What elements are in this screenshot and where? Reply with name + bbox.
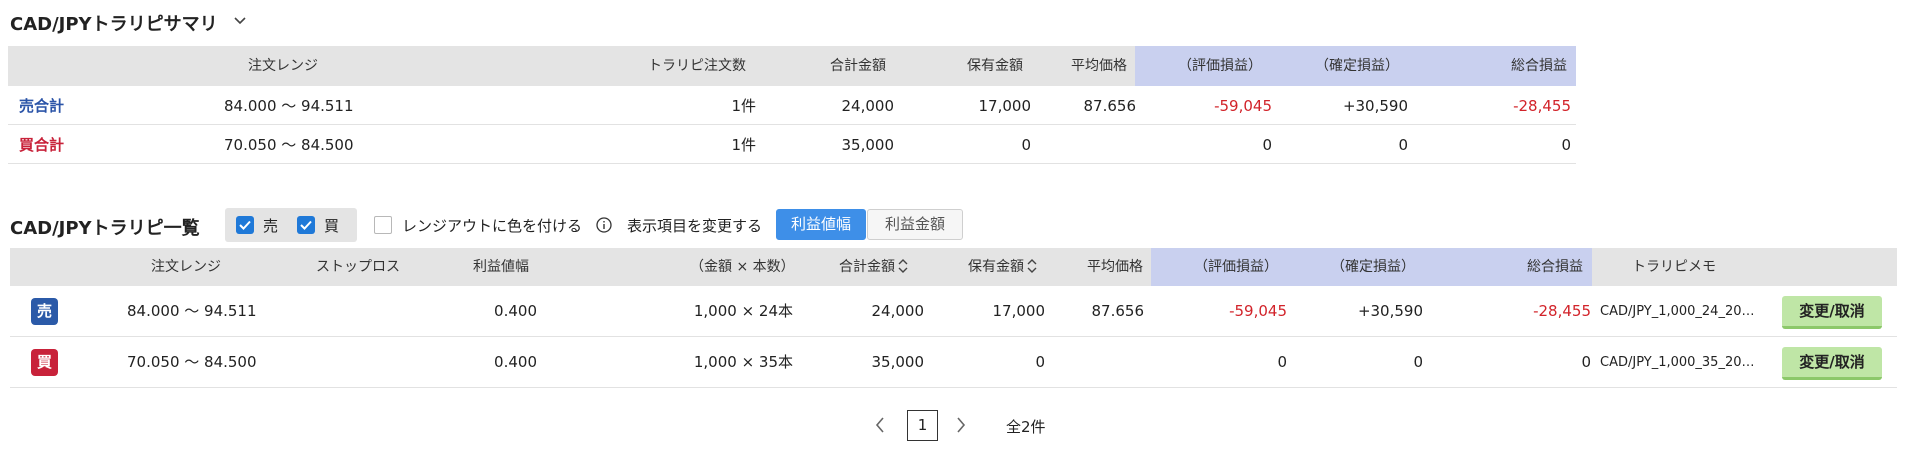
total-value: 24,000 — [871, 302, 925, 320]
net-value: 0 — [1581, 353, 1591, 371]
col-profit-width: 利益値幅 — [473, 259, 529, 275]
sell-filter-label: 売 — [263, 217, 279, 235]
memo-value: CAD/JPY_1,000_24_20… — [1600, 304, 1755, 319]
avg-value: 87.656 — [1091, 302, 1145, 320]
list-title: CAD/JPYトラリピ一覧 — [10, 218, 200, 239]
realized-value: +30,590 — [1357, 302, 1423, 320]
sort-icon — [1027, 259, 1037, 273]
sort-icon — [898, 259, 908, 273]
memo-value: CAD/JPY_1,000_35_20… — [1600, 355, 1755, 370]
col-avg: 平均価格 — [1087, 259, 1143, 275]
buy-total-label: 買合計 — [19, 136, 65, 154]
modify-cancel-button[interactable]: 変更/取消 — [1782, 347, 1882, 380]
check-icon — [239, 220, 251, 230]
col-realized: （確定損益） — [1331, 259, 1415, 275]
check-icon — [300, 220, 312, 230]
table-row: 買 70.050 〜 84.500 0.400 1,000 × 35本 35,0… — [10, 337, 1897, 388]
col-net: 総合損益 — [1511, 58, 1567, 74]
display-items-label: 表示項目を変更する — [627, 217, 763, 235]
range-value: 70.050 〜 84.500 — [224, 136, 354, 154]
unrealized-value: -59,045 — [1214, 97, 1272, 115]
summary-table: 注文レンジ トラリピ注文数 合計金額 保有金額 平均価格 （評価損益） （確定損… — [8, 46, 1576, 164]
held-value: 17,000 — [992, 302, 1046, 320]
buy-filter-label: 買 — [324, 217, 340, 235]
range-value: 84.000 〜 94.511 — [127, 302, 257, 320]
realized-value: 0 — [1413, 353, 1423, 371]
col-range: 注文レンジ — [151, 259, 221, 275]
col-range: 注文レンジ — [248, 58, 318, 74]
sell-total-label: 売合計 — [19, 97, 65, 115]
col-memo: トラリピメモ — [1632, 259, 1716, 275]
col-realized: （確定損益） — [1315, 58, 1399, 74]
sell-badge: 売 — [31, 298, 58, 325]
chevron-right-icon[interactable] — [955, 416, 967, 434]
info-icon[interactable] — [596, 217, 612, 233]
realized-value: 0 — [1398, 136, 1408, 154]
total-count: 全2件 — [1006, 418, 1046, 436]
held-value: 17,000 — [978, 97, 1032, 115]
rangeout-label: レンジアウトに色を付ける — [402, 217, 583, 235]
list-table: 注文レンジ ストップロス 利益値幅 （金額 × 本数） 合計金額 保有金額 平均… — [10, 248, 1897, 388]
held-value: 0 — [1035, 353, 1045, 371]
chevron-down-icon[interactable] — [232, 12, 248, 28]
table-row: 売 84.000 〜 94.511 0.400 1,000 × 24本 24,0… — [10, 286, 1897, 337]
list-header-row: 注文レンジ ストップロス 利益値幅 （金額 × 本数） 合計金額 保有金額 平均… — [10, 248, 1897, 286]
col-unrealized: （評価損益） — [1178, 58, 1262, 74]
summary-row-buy: 買合計 70.050 〜 84.500 1件 35,000 0 0 0 0 — [8, 125, 1576, 164]
orders-value: 1件 — [731, 97, 756, 115]
avg-value: 87.656 — [1083, 97, 1137, 115]
unrealized-value: 0 — [1262, 136, 1272, 154]
net-value: 0 — [1561, 136, 1571, 154]
buy-filter-checkbox[interactable] — [297, 216, 315, 234]
net-value: -28,455 — [1533, 302, 1591, 320]
total-value: 24,000 — [841, 97, 895, 115]
col-total-label: 合計金額 — [839, 259, 895, 275]
profit-width-value: 0.400 — [494, 302, 537, 320]
realized-value: +30,590 — [1342, 97, 1408, 115]
profit-width-toggle[interactable]: 利益値幅 — [776, 209, 866, 240]
col-stoploss: ストップロス — [316, 259, 400, 275]
col-total-sortable[interactable]: 合計金額 — [839, 257, 908, 277]
col-held-sortable[interactable]: 保有金額 — [968, 257, 1037, 277]
modify-cancel-button[interactable]: 変更/取消 — [1782, 296, 1882, 329]
chevron-left-icon[interactable] — [874, 416, 886, 434]
col-held: 保有金額 — [967, 58, 1023, 74]
unrealized-value: -59,045 — [1229, 302, 1287, 320]
amount-units-value: 1,000 × 35本 — [693, 353, 793, 371]
summary-title: CAD/JPYトラリピサマリ — [10, 14, 218, 35]
col-orders: トラリピ注文数 — [648, 58, 746, 74]
buy-badge: 買 — [31, 349, 58, 376]
summary-row-sell: 売合計 84.000 〜 94.511 1件 24,000 17,000 87.… — [8, 86, 1576, 125]
profit-width-value: 0.400 — [494, 353, 537, 371]
col-amount-units: （金額 × 本数） — [690, 259, 795, 275]
col-net: 総合損益 — [1527, 259, 1583, 275]
page-number-current[interactable]: 1 — [907, 410, 938, 441]
net-value: -28,455 — [1513, 97, 1571, 115]
held-value: 0 — [1021, 136, 1031, 154]
sell-filter-checkbox[interactable] — [236, 216, 254, 234]
profit-amount-toggle[interactable]: 利益金額 — [867, 209, 963, 240]
orders-value: 1件 — [731, 136, 756, 154]
amount-units-value: 1,000 × 24本 — [693, 302, 793, 320]
range-value: 70.050 〜 84.500 — [127, 353, 257, 371]
unrealized-value: 0 — [1277, 353, 1287, 371]
range-value: 84.000 〜 94.511 — [224, 97, 354, 115]
col-avg: 平均価格 — [1071, 58, 1127, 74]
summary-header-row: 注文レンジ トラリピ注文数 合計金額 保有金額 平均価格 （評価損益） （確定損… — [8, 46, 1576, 86]
side-filter-group: 売 買 — [225, 208, 357, 242]
total-value: 35,000 — [841, 136, 895, 154]
col-held-label: 保有金額 — [968, 259, 1024, 275]
col-total: 合計金額 — [830, 58, 886, 74]
rangeout-checkbox[interactable] — [374, 216, 392, 234]
total-value: 35,000 — [871, 353, 925, 371]
col-unrealized: （評価損益） — [1194, 259, 1278, 275]
